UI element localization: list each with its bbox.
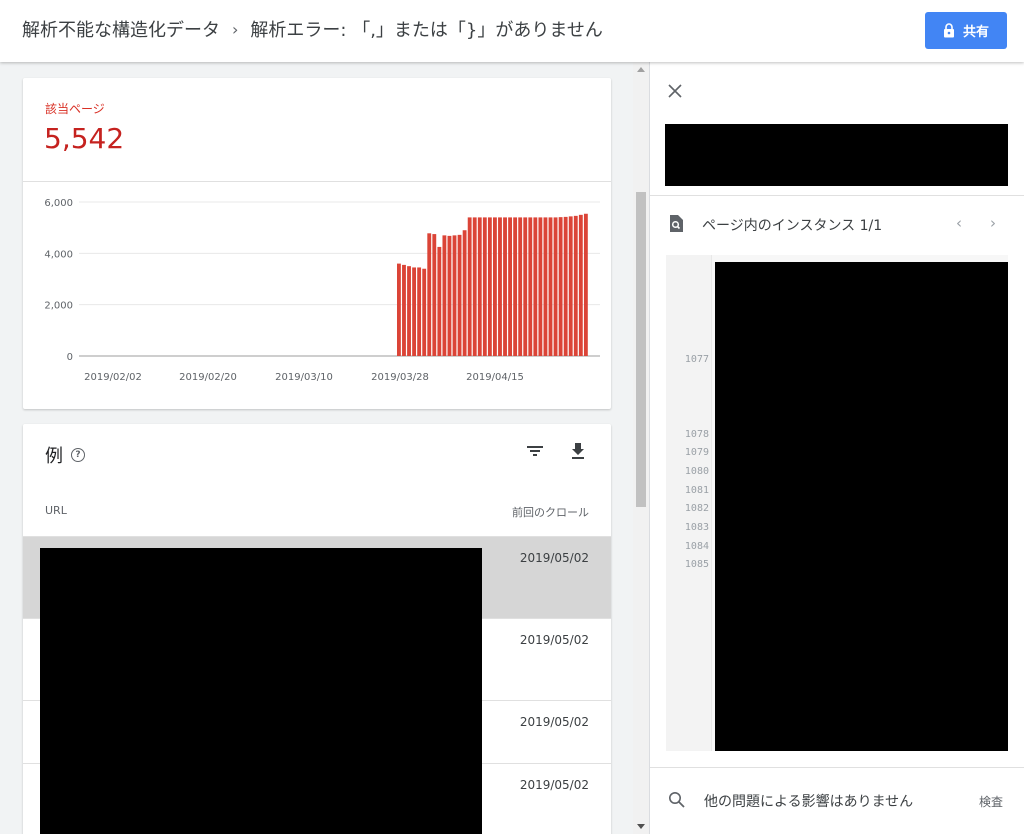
examples-title: 例 ? [45,442,85,468]
chart-x-tick-label: 2019/03/28 [371,372,429,383]
chart-y-tick-label: 0 [67,352,73,363]
breadcrumb-current: 解析エラー: 「,」または「}」がありません [250,20,603,41]
inspect-link[interactable]: 検査 [979,793,1003,810]
lock-icon [943,23,954,38]
chart-bar [583,213,588,356]
row-crawl-date: 2019/05/02 [519,778,589,792]
chart-bar [432,234,437,356]
chevron-right-icon[interactable]: › [990,214,996,232]
panel-divider [650,195,1024,196]
chart-bar [568,216,573,356]
search-icon [669,792,685,808]
chart-bar [447,235,452,356]
instances-label: ページ内のインスタンス 1/1 [702,218,883,234]
chart-bar [533,217,538,356]
chart-bar [487,217,492,356]
share-button[interactable]: 共有 [925,12,1007,49]
chart-bar [422,268,427,356]
chart-bar [402,264,406,356]
chart-bar [523,217,528,356]
line-number: 1079 [684,447,709,458]
breadcrumb: 解析不能な構造化データ › 解析エラー: 「,」または「}」がありません [22,16,603,42]
chart-bar [437,246,442,356]
chart-bar [477,217,482,356]
chart-bar [452,235,457,356]
chart-x-tick-label: 2019/04/15 [466,372,524,383]
row-crawl-date: 2019/05/02 [519,551,589,565]
chart-bar [573,215,578,356]
column-header-last-crawl[interactable]: 前回のクロール [512,504,589,520]
redacted-code-block [715,262,1008,751]
chart-x-tick-label: 2019/02/02 [84,372,142,383]
chart-bar [482,217,487,356]
redacted-url-block [40,548,482,834]
chart-bar [472,217,477,356]
chart-bar [427,233,432,356]
chart-x-tick-label: 2019/03/10 [275,372,333,383]
chart-bar [538,217,543,356]
chart-x-tick-label: 2019/02/20 [179,372,237,383]
chart-bar [563,216,568,356]
chart-bar [467,217,472,356]
panel-divider [650,767,1024,768]
top-bar: 解析不能な構造化データ › 解析エラー: 「,」または「}」がありません 共有 [0,0,1024,62]
chart-bar [528,217,533,356]
row-crawl-date: 2019/05/02 [519,633,589,647]
share-button-label: 共有 [962,25,989,40]
chart-y-tick-label: 4,000 [44,249,73,260]
breadcrumb-separator: › [232,19,239,39]
line-number: 1080 [684,466,709,477]
affected-pages-card: 該当ページ 5,542 0 2,000 4,000 6,000 2019/02/02 20… [23,78,611,409]
main-scrollbar[interactable] [633,62,649,834]
line-number: 1085 [684,559,709,570]
no-other-issues-text: 他の問題による影響はありません [704,794,914,810]
chart-y-tick-label: 6,000 [44,198,73,209]
page-search-icon [670,215,683,232]
chart-bar [543,217,548,356]
scroll-up-arrow[interactable] [637,67,645,72]
line-number: 1083 [684,522,709,533]
close-icon[interactable] [668,84,682,98]
chart-bar [503,217,507,356]
line-number: 1078 [684,429,709,440]
affected-pages-chart: 0 2,000 4,000 6,000 2019/02/02 2019/02/20 2019… [44,198,600,383]
chart-bar [558,217,563,356]
line-number: 1081 [684,485,709,496]
filter-icon[interactable] [526,444,544,458]
chart-bar [498,217,502,356]
chart-bar [412,267,417,356]
line-number-gutter: 1077 1078 1079 1080 1081 1082 1083 1084 … [666,255,712,751]
help-icon[interactable]: ? [71,448,85,462]
chart-bar [442,235,447,356]
chart-bar [553,217,558,356]
chart-bar [397,263,401,356]
column-header-url[interactable]: URL [45,504,67,517]
chart-bar [407,266,411,356]
download-icon[interactable] [570,442,586,460]
line-number: 1084 [684,541,709,552]
chart-bar [518,217,523,356]
breadcrumb-root[interactable]: 解析不能な構造化データ [22,16,220,42]
chart-bar [513,217,518,356]
chart-bar [417,267,422,356]
chart-bar [548,217,553,356]
scroll-thumb[interactable] [636,192,646,507]
redacted-url-header [665,124,1008,186]
chart-bar [457,234,462,356]
chart-bar [578,214,583,356]
chart-bar [462,230,467,356]
chart-bar [493,217,497,356]
chart-y-tick-label: 2,000 [44,301,73,312]
code-viewer[interactable]: 1077 1078 1079 1080 1081 1082 1083 1084 … [666,255,1008,751]
detail-panel: ページ内のインスタンス 1/1 ‹ › 1077 1078 1079 1080 … [649,62,1024,834]
affected-pages-label: 該当ページ [45,102,105,116]
chevron-left-icon[interactable]: ‹ [956,214,962,232]
chart-bar [508,217,513,356]
line-number: 1082 [684,503,709,514]
line-number: 1077 [684,354,709,365]
affected-pages-value: 5,542 [44,122,125,155]
examples-title-text: 例 [45,446,63,467]
row-crawl-date: 2019/05/02 [519,715,589,729]
scroll-down-arrow[interactable] [637,824,645,829]
